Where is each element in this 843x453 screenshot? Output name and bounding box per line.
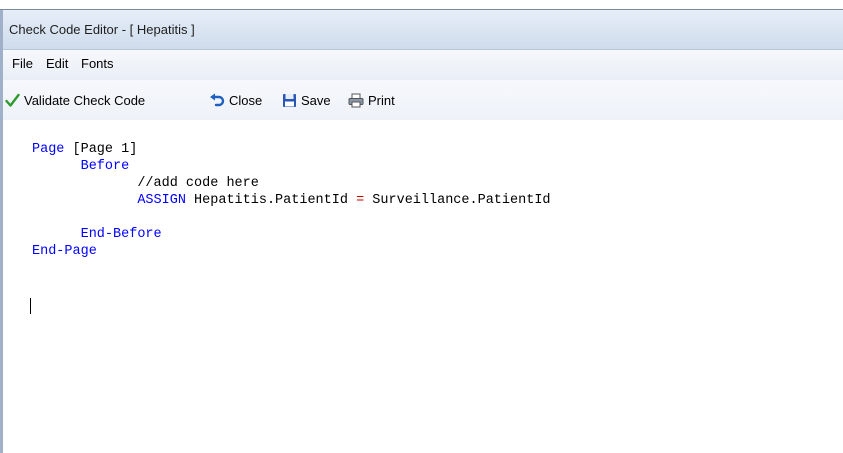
menu-edit[interactable]: Edit bbox=[46, 56, 68, 71]
code-keyword-end-before: End-Before bbox=[80, 227, 162, 242]
print-button[interactable]: Print bbox=[348, 91, 395, 109]
window-title: Check Code Editor - [ Hepatitis ] bbox=[9, 22, 195, 37]
close-label: Close bbox=[229, 92, 263, 108]
code-assign-operator: = bbox=[356, 193, 365, 208]
code-assign-target: Hepatitis.PatientId bbox=[185, 193, 357, 208]
text-cursor bbox=[30, 298, 31, 314]
title-bar: Check Code Editor - [ Hepatitis ] bbox=[3, 10, 843, 50]
menu-fonts[interactable]: Fonts bbox=[81, 56, 114, 71]
close-button[interactable]: Close bbox=[209, 91, 262, 109]
code-keyword-end-page: End-Page bbox=[32, 244, 97, 259]
validate-check-code-label: Validate Check Code bbox=[24, 92, 146, 108]
code-comment: //add code here bbox=[137, 176, 259, 191]
save-label: Save bbox=[301, 92, 331, 108]
undo-arrow-icon bbox=[210, 93, 225, 106]
menu-bar: File Edit Fonts bbox=[3, 50, 843, 80]
code-keyword-before: Before bbox=[80, 159, 130, 174]
menu-file[interactable]: File bbox=[12, 56, 33, 71]
save-button[interactable]: Save bbox=[282, 91, 331, 109]
code-assign-value: Surveillance.PatientId bbox=[364, 193, 551, 208]
code-page-name: [Page 1] bbox=[64, 142, 138, 157]
validate-check-code-button[interactable]: Validate Check Code bbox=[5, 91, 145, 109]
code-keyword-page: Page bbox=[32, 142, 65, 157]
toolbar: Validate Check Code Close Save Print bbox=[3, 80, 843, 120]
floppy-disk-icon bbox=[283, 93, 296, 107]
printer-icon bbox=[348, 93, 364, 107]
code-keyword-assign: ASSIGN bbox=[137, 193, 186, 208]
window-top-border bbox=[0, 0, 843, 10]
code-text: Page [Page 1] Before //add code here ASS… bbox=[32, 141, 551, 260]
checkmark-icon bbox=[5, 93, 20, 107]
code-editor[interactable]: Page [Page 1] Before //add code here ASS… bbox=[3, 120, 843, 453]
print-label: Print bbox=[368, 92, 395, 108]
